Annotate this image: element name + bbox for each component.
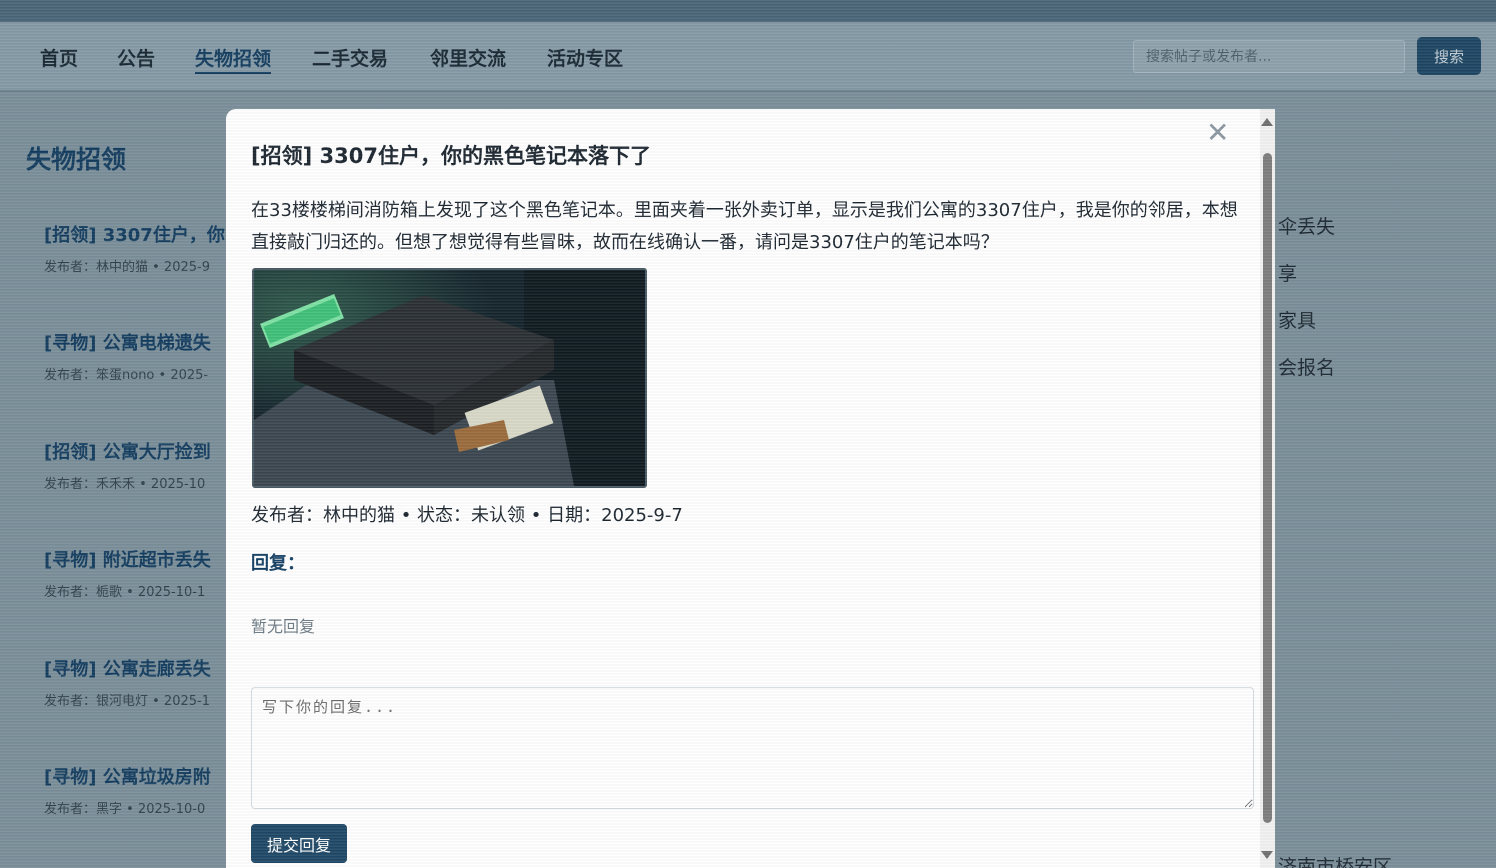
modal-body-text: 在33楼楼梯间消防箱上发现了这个黑色笔记本。里面夹着一张外卖订单，显示是我们公寓… [251, 200, 1238, 253]
scroll-up-arrow-icon[interactable] [1261, 118, 1273, 126]
post-detail-modal: ✕ [招领] 3307住户，你的黑色笔记本落下了 在33楼楼梯间消防箱上发现了这… [226, 109, 1275, 868]
scroll-down-arrow-icon[interactable] [1261, 851, 1273, 859]
modal-title: [招领] 3307住户，你的黑色笔记本落下了 [251, 144, 651, 168]
no-replies-text: 暂无回复 [251, 617, 316, 636]
post-meta-line: 发布者：林中的猫 • 状态：未认领 • 日期：2025-9-7 [251, 505, 683, 526]
close-icon[interactable]: ✕ [1206, 119, 1229, 147]
replies-heading: 回复： [251, 553, 305, 574]
scrollbar-thumb[interactable] [1263, 153, 1272, 823]
reply-textarea[interactable] [251, 687, 1254, 809]
post-photo [252, 268, 647, 488]
submit-reply-button[interactable]: 提交回复 [251, 824, 347, 863]
